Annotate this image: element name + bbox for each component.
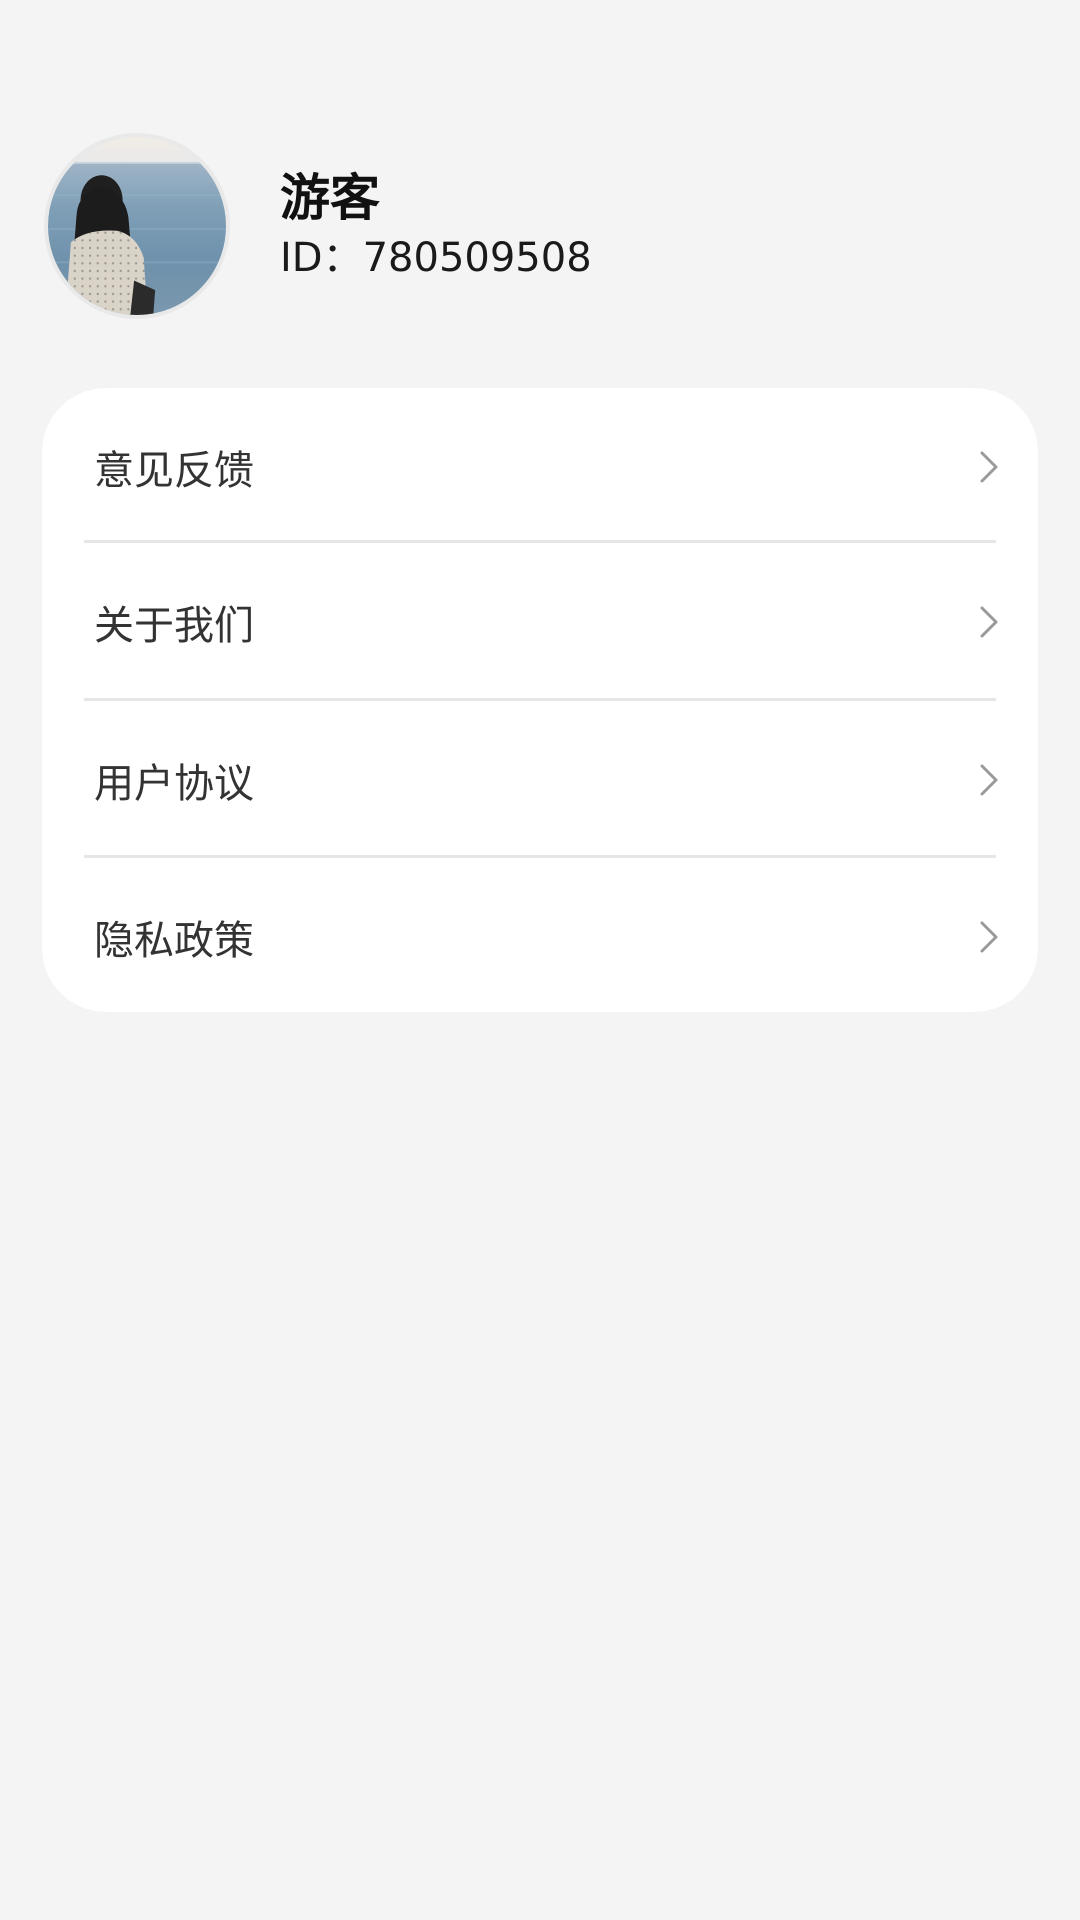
chevron-right-icon <box>980 764 998 795</box>
chevron-right-icon <box>980 606 998 637</box>
chevron-right-icon <box>980 451 998 482</box>
menu-card: 意见反馈 关于我们 用户协议 隐私政策 <box>42 388 1038 1012</box>
menu-item-label: 隐私政策 <box>94 917 254 964</box>
menu-item-user-agreement[interactable]: 用户协议 <box>42 701 1038 858</box>
user-id: ID：780509508 <box>280 235 592 281</box>
menu-item-label: 用户协议 <box>94 760 254 807</box>
user-name: 游客 <box>280 169 380 227</box>
profile-header: 游客 ID：780509508 <box>44 128 592 324</box>
user-info: 游客 ID：780509508 <box>280 167 592 285</box>
menu-item-label: 意见反馈 <box>94 447 254 494</box>
menu-item-feedback[interactable]: 意见反馈 <box>42 388 1038 545</box>
menu-item-privacy-policy[interactable]: 隐私政策 <box>42 858 1038 1012</box>
menu-item-label: 关于我们 <box>94 602 254 649</box>
avatar[interactable] <box>44 133 230 319</box>
chevron-right-icon <box>980 921 998 952</box>
menu-item-about-us[interactable]: 关于我们 <box>42 543 1038 700</box>
avatar-image <box>48 161 226 315</box>
